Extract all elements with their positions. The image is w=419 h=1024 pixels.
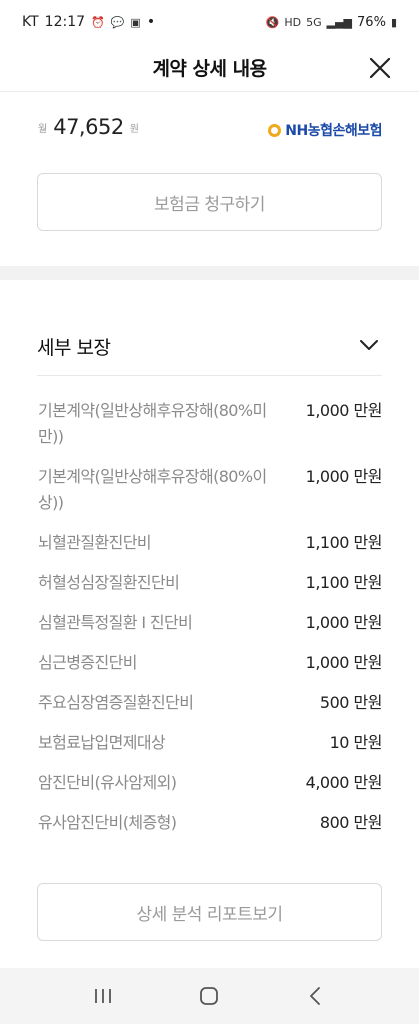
signal-icon: ▂▄▆: [326, 15, 353, 29]
coverage-name: 주요심장염증질환진단비: [38, 693, 194, 712]
clock: 12:17: [44, 14, 86, 30]
premium-summary: 월 47,652 원 NH농협손해보험: [38, 112, 382, 142]
coverage-amount: 10 만원: [329, 733, 383, 752]
gallery-icon: ▣: [130, 15, 141, 29]
more-notifications-dot: •: [146, 14, 156, 30]
insurer-logo: NH농협손해보험: [268, 120, 382, 140]
insurer-logo-mark-icon: [268, 123, 282, 137]
detail-coverage-title: 세부 보장: [37, 337, 111, 359]
coverage-name: 허혈성심장질환진단비: [38, 573, 180, 592]
coverage-row: 뇌혈관질환진단비 1,100 만원: [38, 530, 383, 556]
premium-amount: 47,652: [53, 115, 124, 139]
coverage-row: 보험료납입면제대상 10 만원: [38, 730, 383, 756]
system-nav-bar: [0, 968, 419, 1024]
detail-coverage-header[interactable]: 세부 보장: [37, 318, 382, 376]
coverage-row: 심근병증진단비 1,000 만원: [38, 650, 383, 676]
coverage-amount: 1,100 만원: [305, 533, 383, 552]
chat-icon: 💬: [110, 15, 125, 29]
recent-apps-icon: [95, 989, 112, 1003]
coverage-amount: 1,000 만원: [305, 401, 383, 420]
battery-level: 76%: [357, 14, 386, 30]
alarm-icon: ⏰: [91, 15, 105, 29]
coverage-row: 기본계약(일반상해후유장해(80%이상)) 1,000 만원: [38, 464, 383, 516]
status-bar: KT 12:17 ⏰ 💬 ▣ • 🔇 HD 5G ▂▄▆ 76% ▮: [0, 0, 419, 44]
coverage-name: 뇌혈관질환진단비: [38, 533, 152, 552]
coverage-list: 기본계약(일반상해후유장해(80%미만)) 1,000 만원 기본계약(일반상해…: [38, 398, 383, 850]
premium-unit-prefix: 월: [38, 123, 48, 135]
premium-unit-suffix: 원: [129, 123, 139, 135]
report-button[interactable]: 상세 분석 리포트보기: [37, 883, 382, 941]
coverage-row: 기본계약(일반상해후유장해(80%미만)) 1,000 만원: [38, 398, 383, 450]
hd-icon: HD: [284, 15, 302, 29]
coverage-name: 기본계약(일반상해후유장해(80%이상)): [38, 467, 267, 512]
coverage-name: 보험료납입면제대상: [38, 733, 166, 752]
carrier-label: KT: [22, 14, 39, 30]
coverage-name: 유사암진단비(체증형): [38, 813, 177, 832]
coverage-row: 주요심장염증질환진단비 500 만원: [38, 690, 383, 716]
recent-apps-button[interactable]: [83, 976, 123, 1016]
coverage-row: 암진단비(유사암제외) 4,000 만원: [38, 770, 383, 796]
coverage-amount: 4,000 만원: [305, 773, 383, 792]
coverage-amount: 1,000 만원: [305, 653, 383, 672]
page-title: 계약 상세 내용: [152, 58, 267, 80]
coverage-row: 유사암진단비(체증형) 800 만원: [38, 810, 383, 836]
home-icon: [200, 987, 219, 1005]
coverage-name: 기본계약(일반상해후유장해(80%미만)): [38, 401, 267, 446]
back-button[interactable]: [296, 976, 336, 1016]
network-label: 5G: [306, 15, 322, 29]
coverage-amount: 1,100 만원: [305, 573, 383, 592]
coverage-amount: 1,000 만원: [305, 613, 383, 632]
coverage-row: 심혈관특정질환 Ⅰ 진단비 1,000 만원: [38, 610, 383, 636]
home-button[interactable]: [189, 976, 229, 1016]
chevron-down-icon[interactable]: [358, 334, 380, 356]
coverage-amount: 800 만원: [319, 813, 383, 832]
section-divider: [0, 266, 419, 280]
coverage-name: 심근병증진단비: [38, 653, 137, 672]
top-header: 계약 상세 내용: [0, 44, 419, 92]
claim-button[interactable]: 보험금 청구하기: [37, 173, 382, 231]
insurer-name: NH농협손해보험: [285, 123, 382, 139]
coverage-amount: 1,000 만원: [305, 467, 383, 486]
back-icon: [309, 987, 320, 1005]
close-icon[interactable]: [367, 55, 393, 81]
mute-icon: 🔇: [265, 15, 280, 29]
battery-icon: ▮: [390, 15, 397, 29]
coverage-amount: 500 만원: [319, 693, 383, 712]
coverage-name: 심혈관특정질환 Ⅰ 진단비: [38, 613, 193, 632]
coverage-name: 암진단비(유사암제외): [38, 773, 177, 792]
coverage-row: 허혈성심장질환진단비 1,100 만원: [38, 570, 383, 596]
